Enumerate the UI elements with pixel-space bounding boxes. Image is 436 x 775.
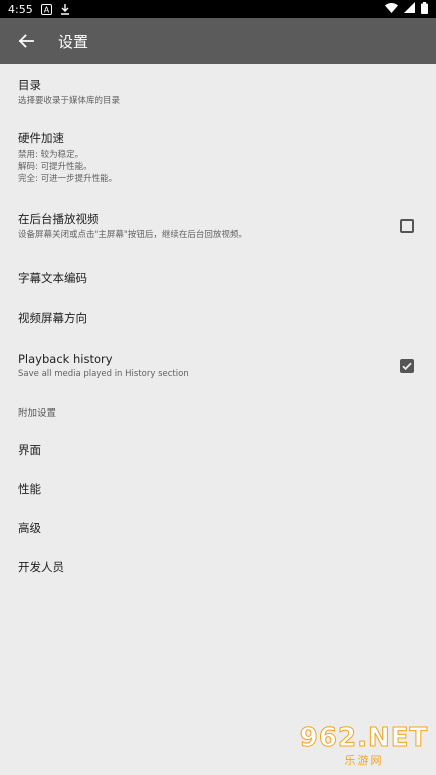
pref-advanced[interactable]: 高级 [0,508,436,547]
page-title: 设置 [58,32,89,51]
pref-title: 硬件加速 [18,130,64,145]
category-extra-settings: 附加设置 [0,394,436,430]
pref-title: 字幕文本编码 [18,271,87,285]
pref-summary: 设备屏幕关闭或点击"主屏幕"按钮后，继续在后台回放视频。 [18,230,247,240]
pref-directories[interactable]: 目录 选择要收录于媒体库的目录 [0,64,436,120]
pref-summary: Save all media played in History section [18,369,189,379]
pref-title: 目录 [18,78,41,92]
download-icon [59,3,71,15]
pref-interface[interactable]: 界面 [0,430,436,469]
watermark-main-text: 962.NET [299,723,429,753]
wifi-icon [385,2,398,16]
notification-a-icon: A [41,3,53,15]
background-playback-checkbox[interactable] [400,219,414,233]
toolbar: 设置 [0,18,436,64]
back-button[interactable] [0,18,52,64]
pref-performance[interactable]: 性能 [0,469,436,508]
check-icon [402,362,412,371]
pref-playback-history[interactable]: Playback history Save all media played i… [0,338,436,394]
pref-screen-orientation[interactable]: 视频屏幕方向 [0,298,436,338]
pref-summary-line: 禁用: 较为稳定。 [18,149,84,160]
pref-title: 性能 [18,481,41,496]
pref-summary-line: 解码: 可提升性能。 [18,161,92,172]
playback-history-checkbox[interactable] [400,359,414,373]
pref-summary-line: 完全: 可进一步提升性能。 [18,173,118,184]
pref-hardware-acceleration[interactable]: 硬件加速 禁用: 较为稳定。 解码: 可提升性能。 完全: 可进一步提升性能。 [0,120,436,194]
pref-title: 开发人员 [18,559,64,574]
pref-title: 界面 [18,442,41,457]
svg-text:A: A [44,5,50,14]
watermark-logo: 962.NET 乐游网 [298,721,430,771]
settings-list: 目录 选择要收录于媒体库的目录 硬件加速 禁用: 较为稳定。 解码: 可提升性能… [0,64,436,586]
arrow-back-icon [18,34,34,48]
pref-title: Playback history [18,352,113,366]
pref-background-playback[interactable]: 在后台播放视频 设备屏幕关闭或点击"主屏幕"按钮后，继续在后台回放视频。 [0,194,436,258]
status-bar: 4:55 A [0,0,436,18]
pref-title: 高级 [18,520,41,535]
pref-developer[interactable]: 开发人员 [0,547,436,586]
pref-summary: 选择要收录于媒体库的目录 [18,96,121,106]
watermark-sub-text: 乐游网 [344,754,384,767]
category-title: 附加设置 [18,408,57,419]
pref-title: 在后台播放视频 [18,212,99,226]
pref-subtitle-encoding[interactable]: 字幕文本编码 [0,258,436,298]
signal-icon [404,2,415,16]
battery-icon [421,1,428,17]
status-time: 4:55 [8,2,33,16]
pref-title: 视频屏幕方向 [18,311,87,325]
